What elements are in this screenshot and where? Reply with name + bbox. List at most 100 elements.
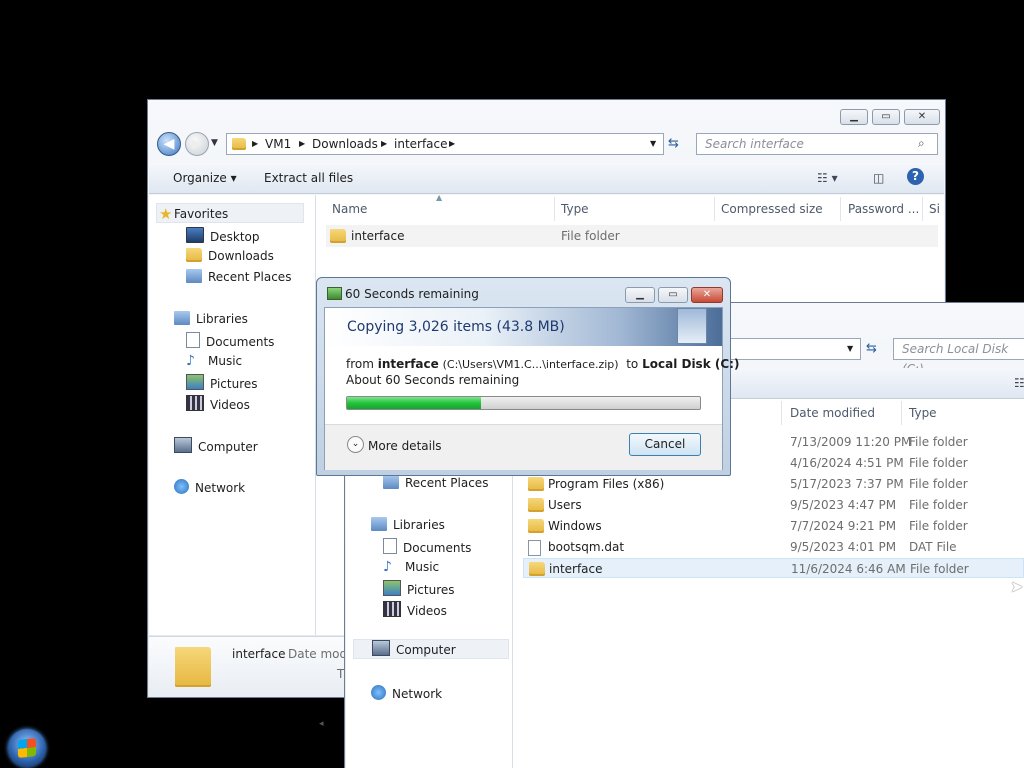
organize-button[interactable]: Organize ▾ [173,171,237,185]
file-name: Program Files (x86) [548,477,665,491]
close-button[interactable]: ✕ [904,109,940,125]
search-input[interactable]: Search interface [696,133,938,155]
close-button[interactable]: ✕ [691,287,723,303]
view-options-icon[interactable]: ☷ ▾ [817,171,838,185]
file-date: 9/5/2023 4:47 PM [790,498,897,512]
table-row[interactable]: Program Files (x86) 5/17/2023 7:37 PM File… [523,474,1024,494]
command-bar: Organize ▾ Extract all files ☷ ▾ ◫ ? [149,163,944,194]
column-compressed-size[interactable]: Compressed size [721,202,823,216]
nav-network[interactable]: Network [174,479,245,495]
file-type: DAT File [909,540,957,554]
nav-music[interactable]: ♪ Music [383,559,439,575]
minimize-button[interactable]: ▁ [625,287,655,303]
maximize-button[interactable]: ▭ [872,109,900,125]
column-name[interactable]: Name [332,202,367,216]
folder-icon [528,498,544,512]
address-dropdown-icon[interactable]: ▼ [650,139,656,148]
help-icon[interactable]: ? [907,168,924,185]
dialog-title: 60 Seconds remaining [345,287,479,301]
file-date: 4/16/2024 4:51 PM [790,456,904,470]
nav-libraries[interactable]: Libraries [371,517,445,532]
nav-pictures[interactable]: Pictures [383,580,455,597]
cancel-button[interactable]: Cancel [629,433,701,456]
file-name: Windows [548,519,602,533]
folder-icon [528,519,544,533]
back-button[interactable]: ◀ [157,132,181,156]
file-type: File folder [909,519,968,533]
address-bar[interactable]: ▶ VM1 ▶ Downloads ▶ interface ▶ ▼ [226,133,664,155]
dialog-header-band: Copying 3,026 items (43.8 MB) [325,308,722,346]
copy-icon [327,287,342,300]
recent-pages-dropdown-icon[interactable]: ▼ [211,138,218,148]
view-options-icon[interactable]: ☷ [1014,376,1024,390]
nav-computer[interactable]: Computer [174,437,258,454]
details-name: interface [232,647,286,661]
address-dropdown-icon[interactable]: ▼ [847,344,853,353]
refresh-icon[interactable]: ⇆ [668,136,679,151]
recent-places-icon [186,269,202,283]
table-row[interactable]: Windows 7/7/2024 9:21 PM File folder [523,516,1024,536]
table-row[interactable]: interface 11/6/2024 6:46 AM File folder [523,558,1024,578]
breadcrumb-vm1[interactable]: VM1 [265,137,291,151]
column-divider [922,197,923,221]
nav-pictures[interactable]: Pictures [186,374,258,391]
copy-progress-dialog: 60 Seconds remaining ▁ ▭ ✕ Copying 3,026… [316,277,739,476]
videos-icon [383,601,401,617]
start-button[interactable] [8,729,46,767]
file-name: Users [548,498,582,512]
mouse-cursor-icon: ➤ [1010,577,1024,596]
table-row[interactable]: interface File folder [326,225,938,247]
preview-pane-icon[interactable]: ◫ [873,171,884,185]
column-size[interactable]: Si [929,202,940,216]
nav-favorites[interactable]: ★ Favorites [156,203,304,223]
nav-videos[interactable]: Videos [186,395,250,412]
breadcrumb-interface[interactable]: interface [394,137,448,151]
file-name: interface [549,562,603,576]
file-date: 7/13/2009 11:20 PM [790,435,912,449]
forward-button[interactable]: ▶ [185,132,209,156]
column-type[interactable]: Type [561,202,589,216]
nav-documents[interactable]: Documents [383,538,471,555]
column-password[interactable]: Password ... [848,202,919,216]
search-input[interactable]: Search Local Disk (C:) [893,338,1024,376]
nav-desktop[interactable]: Desktop [186,227,260,244]
table-row[interactable]: Users 9/5/2023 4:47 PM File folder [523,495,1024,515]
nav-scroll-left-icon[interactable]: ◂ [319,719,324,729]
file-type: File folder [909,435,968,449]
nav-libraries[interactable]: Libraries [174,311,248,326]
extract-all-button[interactable]: Extract all files [264,171,353,185]
dialog-heading: Copying 3,026 items (43.8 MB) [347,319,565,335]
navigation-pane: ★ Favorites Desktop Downloads Recent Plac… [149,195,324,729]
nav-music[interactable]: ♪ Music [186,353,242,369]
pictures-icon [383,580,401,596]
dialog-footer: ⌄ More details Cancel [325,424,722,470]
videos-icon [186,395,204,411]
minimize-button[interactable]: ▁ [840,109,868,125]
column-type[interactable]: Type [909,406,937,420]
libraries-icon [174,311,190,325]
computer-icon [174,437,192,453]
file-name: bootsqm.dat [548,540,625,554]
nav-downloads[interactable]: Downloads [186,248,274,263]
table-row[interactable]: bootsqm.dat 9/5/2023 4:01 PM DAT File [523,537,1024,557]
folder-icon [529,562,545,576]
refresh-icon[interactable]: ⇆ [866,341,877,356]
documents-icon [383,538,397,554]
nav-computer[interactable]: Computer [353,639,509,659]
progress-fill [347,397,482,409]
nav-recent-places[interactable]: Recent Places [186,269,291,284]
nav-recent-places[interactable]: Recent Places [383,475,488,490]
nav-documents[interactable]: Documents [186,332,274,349]
expand-chevron-icon[interactable]: ⌄ [347,436,364,453]
more-details-link[interactable]: More details [368,439,442,453]
breadcrumb-downloads[interactable]: Downloads [312,137,378,151]
column-date-modified[interactable]: Date modified [790,406,875,420]
column-divider [714,197,715,221]
recent-places-icon [383,475,399,489]
maximize-button[interactable]: ▭ [658,287,688,303]
nav-videos[interactable]: Videos [383,601,447,618]
nav-network[interactable]: Network [371,685,442,701]
file-date: 11/6/2024 6:46 AM [791,562,906,576]
music-icon: ♪ [383,559,392,575]
details-date-label: Date modi [288,647,351,661]
